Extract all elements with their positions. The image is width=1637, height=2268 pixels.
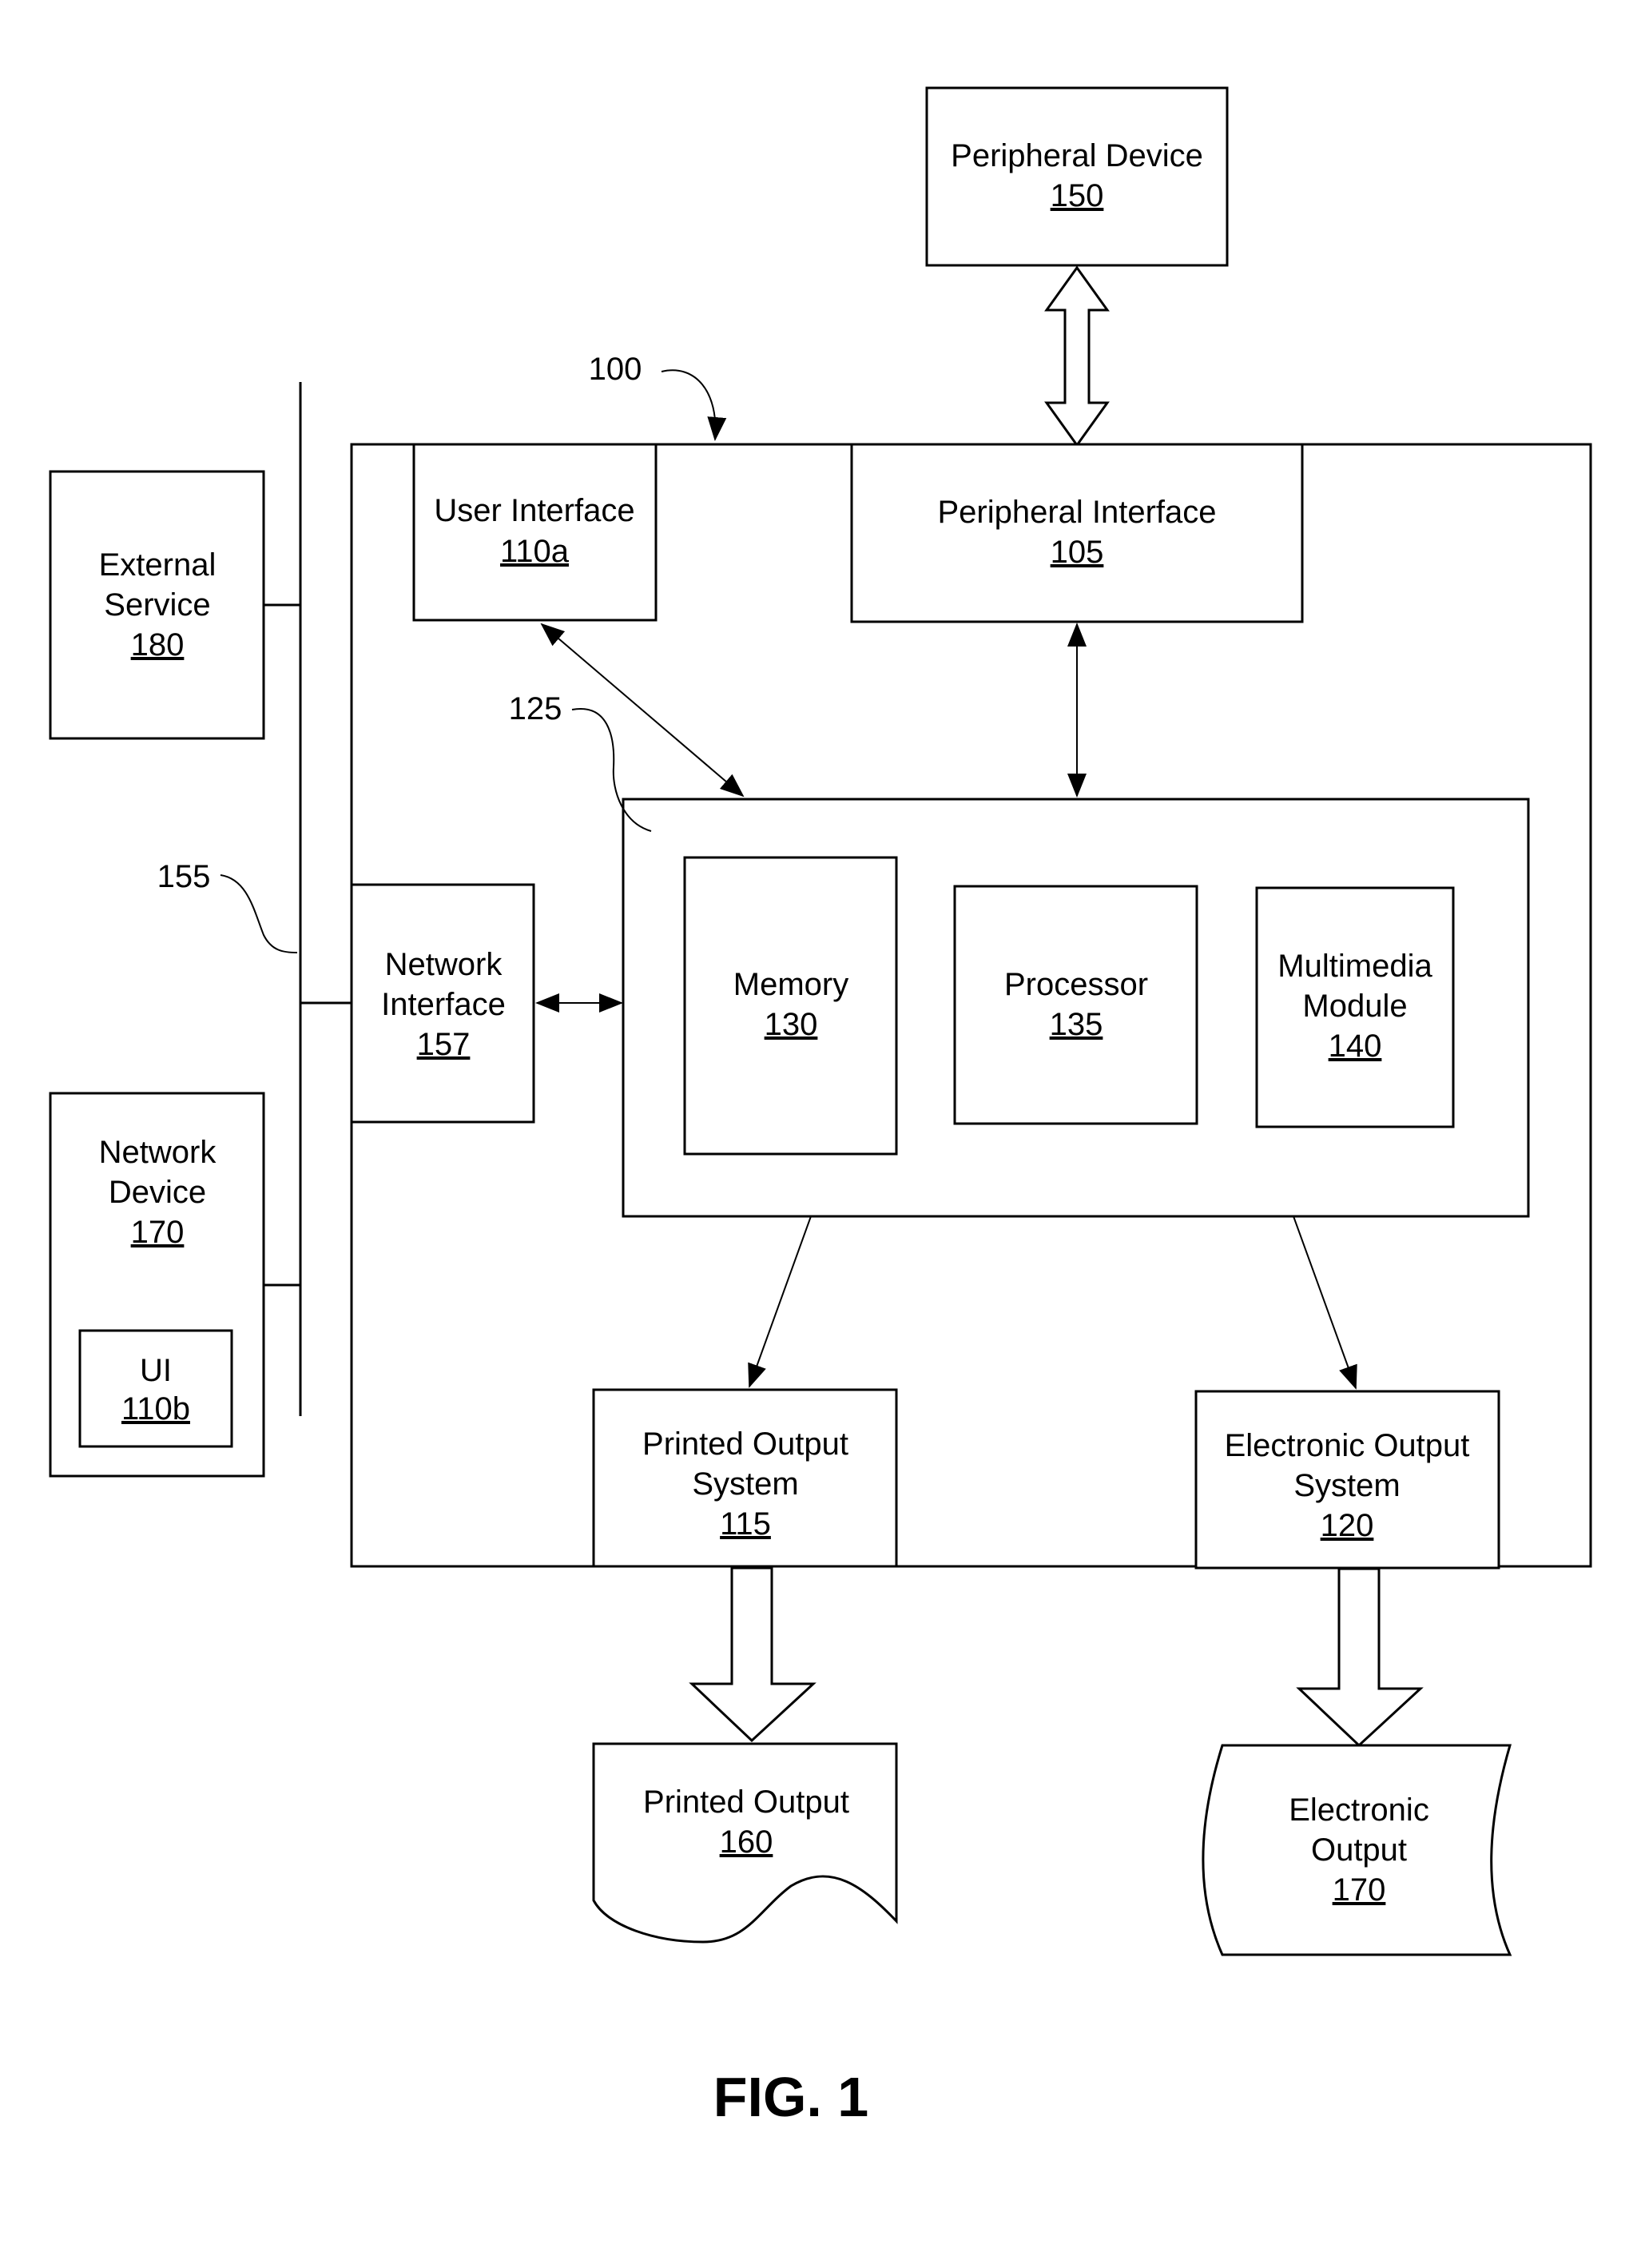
user-interface-box: User Interface 110a [412,443,658,622]
external-service-number: 180 [131,627,185,662]
electronic-output-system-box: Electronic Output System 120 [1194,1390,1500,1570]
block-ref-label: 125 [509,691,562,726]
electronic-output-system-number: 120 [1321,1508,1374,1543]
bus-ref-leader [220,874,298,953]
printed-output-label: Printed Output [643,1785,849,1820]
ui-110b-label: UI [140,1353,172,1388]
external-service-label-line1: External [99,547,217,583]
multimedia-number: 140 [1329,1029,1382,1064]
external-service-box: External Service 180 [49,470,265,740]
electronic-output-label-line1: Electronic [1289,1793,1429,1828]
electronic-output-storage: Electronic Output 170 [1202,1744,1512,1956]
network-device-number: 170 [131,1215,185,1250]
electronic-output-system-label-line1: Electronic Output [1225,1428,1470,1463]
electronic-output-flow-arrow [1296,1567,1424,1748]
user-interface-label: User Interface [434,493,634,528]
ui-110b-number: 110b [121,1391,190,1426]
multimedia-label-line2: Module [1302,989,1407,1024]
network-interface-label-line1: Network [385,947,503,982]
printed-output-document: Printed Output 160 [592,1742,898,1944]
ui-110b-box [78,1329,233,1448]
electronic-output-label-line2: Output [1311,1832,1407,1868]
printed-output-system-box: Printed Output System 115 [592,1388,898,1568]
network-interface-number: 157 [417,1027,471,1062]
network-device-label-line1: Network [99,1135,217,1170]
peripheral-bus-arrow [1044,265,1110,448]
diagram-canvas: Peripheral Device 150 100 User Interface… [49,86,1592,2128]
peripheral-interface-box: Peripheral Interface 105 [850,443,1304,623]
user-interface-number: 110a [500,534,570,569]
memory-box: Memory 130 [683,856,898,1156]
multimedia-label-line1: Multimedia [1277,949,1432,984]
memory-number: 130 [765,1007,818,1042]
network-interface-label-line2: Interface [381,987,506,1022]
system-ref-leader [661,369,727,441]
peripheral-device-label: Peripheral Device [951,138,1203,173]
printed-output-number: 160 [720,1824,773,1860]
printed-output-system-label-line1: Printed Output [642,1426,848,1462]
printed-output-flow-arrow [689,1566,817,1743]
processor-label: Processor [1004,967,1148,1002]
peripheral-interface-label: Peripheral Interface [937,495,1216,530]
electronic-output-system-label-line2: System [1293,1468,1400,1503]
network-device-box: Network Device 170 UI 110b [49,1092,265,1478]
network-interface-box: Network Interface 157 [350,883,535,1124]
system-ref-label: 100 [589,352,642,387]
bus-ref-label: 155 [157,859,211,894]
peripheral-device-number: 150 [1051,178,1104,213]
memory-label: Memory [733,967,848,1002]
peripheral-device-box: Peripheral Device 150 [925,86,1229,267]
multimedia-module-box: Multimedia Module 140 [1255,886,1455,1128]
peripheral-interface-number: 105 [1051,535,1104,570]
printed-output-system-number: 115 [720,1506,771,1542]
processor-number: 135 [1050,1007,1103,1042]
printed-output-system-label-line2: System [692,1466,798,1502]
network-device-label-line2: Device [109,1175,206,1210]
electronic-output-number: 170 [1333,1872,1386,1908]
figure-caption: FIG. 1 [713,2066,868,2128]
external-service-label-line2: Service [104,587,210,623]
processor-box: Processor 135 [953,885,1198,1125]
